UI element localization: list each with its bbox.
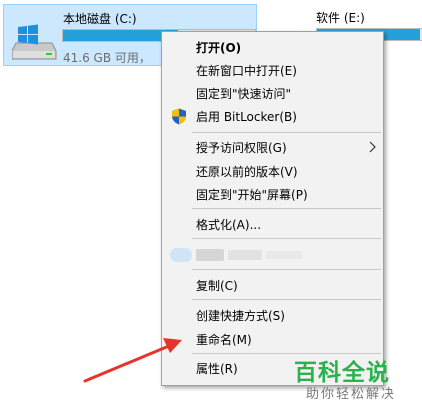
menu-item-open[interactable]: 打开(O) — [162, 36, 383, 58]
menu-item-grant-access[interactable]: 授予访问权限(G) — [162, 136, 383, 158]
menu-item-label: 在新窗口中打开(E) — [196, 64, 297, 78]
menu-item-label: 固定到"快速访问" — [196, 87, 292, 101]
watermark-subtitle: 助你轻松解决 — [306, 387, 397, 402]
blurred-menu-entry — [170, 246, 306, 262]
menu-separator — [192, 132, 381, 133]
menu-item-label: 属性(R) — [196, 362, 238, 376]
drive-name-c: 本地磁盘 (C:) — [63, 12, 137, 26]
menu-item-rename[interactable]: 重命名(M) — [162, 328, 383, 350]
menu-item-bitlocker[interactable]: 启用 BitLocker(B) — [162, 105, 383, 127]
windows-drive-icon — [12, 24, 57, 60]
menu-item-copy[interactable]: 复制(C) — [162, 274, 383, 296]
shield-icon — [172, 108, 186, 125]
drive-space-c: 41.6 GB 可用， — [63, 51, 151, 65]
menu-item-format[interactable]: 格式化(A)... — [162, 213, 383, 235]
menu-item-label: 还原以前的版本(V) — [196, 165, 298, 179]
menu-item-label: 重命名(M) — [196, 333, 252, 347]
watermark-title: 百科全说 — [294, 360, 390, 386]
menu-item-restore-versions[interactable]: 还原以前的版本(V) — [162, 160, 383, 182]
menu-separator — [192, 208, 381, 209]
menu-item-open-new-window[interactable]: 在新窗口中打开(E) — [162, 59, 383, 81]
menu-separator — [192, 269, 381, 270]
menu-item-blurred[interactable] — [162, 241, 383, 263]
menu-item-pin-quick-access[interactable]: 固定到"快速访问" — [162, 82, 383, 104]
drive-name-e: 软件 (E:) — [316, 11, 365, 25]
menu-item-label: 授予访问权限(G) — [196, 141, 287, 155]
menu-item-create-shortcut[interactable]: 创建快捷方式(S) — [162, 304, 383, 326]
menu-item-label: 固定到"开始"屏幕(P) — [196, 188, 308, 202]
watermark: 百科全说 助你轻松解决 — [294, 353, 418, 403]
menu-separator — [192, 299, 381, 300]
menu-item-pin-start[interactable]: 固定到"开始"屏幕(P) — [162, 183, 383, 205]
menu-item-label: 复制(C) — [196, 279, 238, 293]
menu-item-label: 打开(O) — [196, 41, 242, 55]
chevron-right-icon — [369, 141, 376, 153]
context-menu: 打开(O) 在新窗口中打开(E) 固定到"快速访问" 启用 BitLocker(… — [161, 31, 384, 386]
menu-item-label: 创建快捷方式(S) — [196, 309, 285, 323]
menu-item-label: 格式化(A)... — [196, 218, 262, 232]
menu-separator — [192, 238, 381, 239]
menu-item-label: 启用 BitLocker(B) — [196, 110, 297, 124]
